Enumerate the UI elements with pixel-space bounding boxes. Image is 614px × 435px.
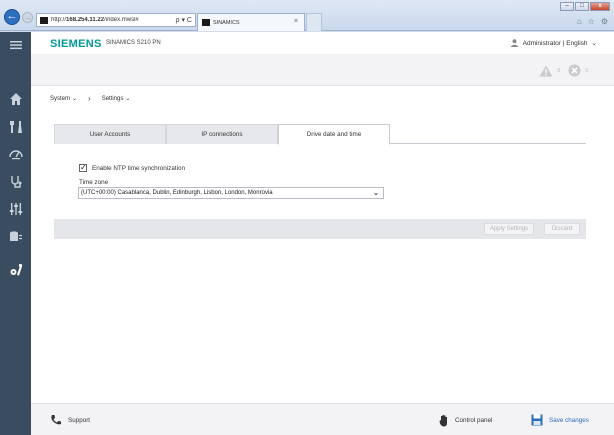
menu-icon[interactable] <box>0 35 31 55</box>
ntp-label: Enable NTP time synchronization <box>92 164 185 172</box>
maximize-button[interactable]: □ <box>575 2 589 11</box>
user-menu[interactable]: Administrator | English ⌄ <box>510 39 597 47</box>
error-icon[interactable] <box>568 64 581 77</box>
control-panel-link[interactable]: Control panel <box>439 414 492 427</box>
close-window-button[interactable]: x <box>590 2 610 11</box>
tab-ip-connections[interactable]: IP connections <box>166 124 278 144</box>
browser-toolbar: ← → http://168.254.11.22/index.mwsl# ρ ▾… <box>0 0 614 31</box>
error-count: 0 <box>585 67 588 74</box>
tools-icon[interactable] <box>0 117 31 137</box>
save-changes-button[interactable]: Save changes <box>531 414 589 426</box>
settings-tabs: User Accounts IP connections Drive date … <box>54 124 586 145</box>
support-link[interactable]: Support <box>50 414 90 426</box>
address-bar[interactable]: http://168.254.11.22/index.mwsl# ρ ▾ C <box>36 13 196 27</box>
settings-wrench-icon[interactable] <box>0 260 31 280</box>
timezone-label: Time zone <box>79 179 109 186</box>
phone-icon <box>51 415 61 425</box>
save-changes-label: Save changes <box>549 416 589 424</box>
breadcrumb-system[interactable]: System ⌄ <box>50 95 78 103</box>
breadcrumb: System ⌄ › Settings ⌄ <box>50 94 130 103</box>
save-disk-icon <box>531 414 543 426</box>
ntp-checkbox[interactable]: ✓ <box>79 164 87 172</box>
discard-button[interactable]: Discard <box>544 223 580 235</box>
alert-indicators: 0 0 <box>539 64 592 77</box>
product-name: SINAMICS S210 PN <box>106 40 161 46</box>
address-url: http://168.254.11.22/index.mwsl# <box>51 17 139 23</box>
warning-icon[interactable] <box>539 65 553 77</box>
footer-bar: Support Control panel Save changes <box>31 403 614 435</box>
timezone-select[interactable]: (UTC+00:00) Casablanca, Dublin, Edinburg… <box>78 187 384 199</box>
database-icon[interactable] <box>0 227 31 247</box>
tab-favicon-icon <box>202 19 210 26</box>
breadcrumb-settings[interactable]: Settings ⌄ <box>102 95 131 103</box>
action-bar: Apply Settings Discard <box>54 219 586 239</box>
home-browser-icon[interactable]: ⌂ <box>577 17 582 26</box>
chevron-right-icon: › <box>88 94 91 103</box>
app-header: SIEMENS SINAMICS S210 PN Administrator |… <box>31 32 614 54</box>
control-panel-label: Control panel <box>455 417 493 424</box>
sliders-icon[interactable] <box>0 199 31 219</box>
home-icon[interactable] <box>0 89 31 109</box>
hand-icon <box>439 415 447 427</box>
tab-close-icon[interactable]: × <box>294 18 298 25</box>
nav-rail <box>0 32 31 435</box>
chevron-down-icon: ⌄ <box>72 96 78 102</box>
tab-user-accounts[interactable]: User Accounts <box>54 124 166 144</box>
browser-tab[interactable]: SINAMICS × <box>197 13 305 31</box>
app-area: SIEMENS SINAMICS S210 PN Administrator |… <box>31 32 614 435</box>
tab-drive-date-time[interactable]: Drive date and time <box>278 124 390 145</box>
favorites-star-icon[interactable]: ☆ <box>588 17 595 26</box>
brand-logo: SIEMENS <box>50 38 102 50</box>
stethoscope-icon[interactable] <box>0 172 31 192</box>
tab-title: SINAMICS <box>213 19 240 26</box>
apply-settings-button[interactable]: Apply Settings <box>484 223 534 235</box>
ntp-option: ✓ Enable NTP time synchronization <box>79 164 185 172</box>
alert-bar: 0 0 <box>31 54 614 86</box>
chevron-down-icon: ⌄ <box>591 40 597 47</box>
site-favicon-icon <box>40 16 48 24</box>
browser-icons: ⌂ ☆ ⚙ <box>577 17 608 26</box>
tools-gear-icon[interactable]: ⚙ <box>601 17 608 26</box>
timezone-value: (UTC+00:00) Casablanca, Dublin, Edinburg… <box>81 190 273 196</box>
window-controls: – □ x <box>560 2 610 11</box>
gauge-icon[interactable] <box>0 144 31 164</box>
user-label: Administrator | English <box>522 39 588 47</box>
new-tab-button[interactable] <box>306 13 322 31</box>
minimize-button[interactable]: – <box>560 2 574 11</box>
back-arrow-icon[interactable]: ← <box>4 9 20 25</box>
forward-arrow-icon[interactable]: → <box>22 12 33 23</box>
chevron-down-icon: ⌄ <box>372 188 380 197</box>
warning-count: 0 <box>557 67 561 74</box>
user-icon <box>510 39 519 47</box>
chevron-down-icon: ⌄ <box>125 96 131 102</box>
support-label: Support <box>68 416 91 424</box>
search-refresh-icon[interactable]: ρ ▾ C <box>176 16 192 24</box>
